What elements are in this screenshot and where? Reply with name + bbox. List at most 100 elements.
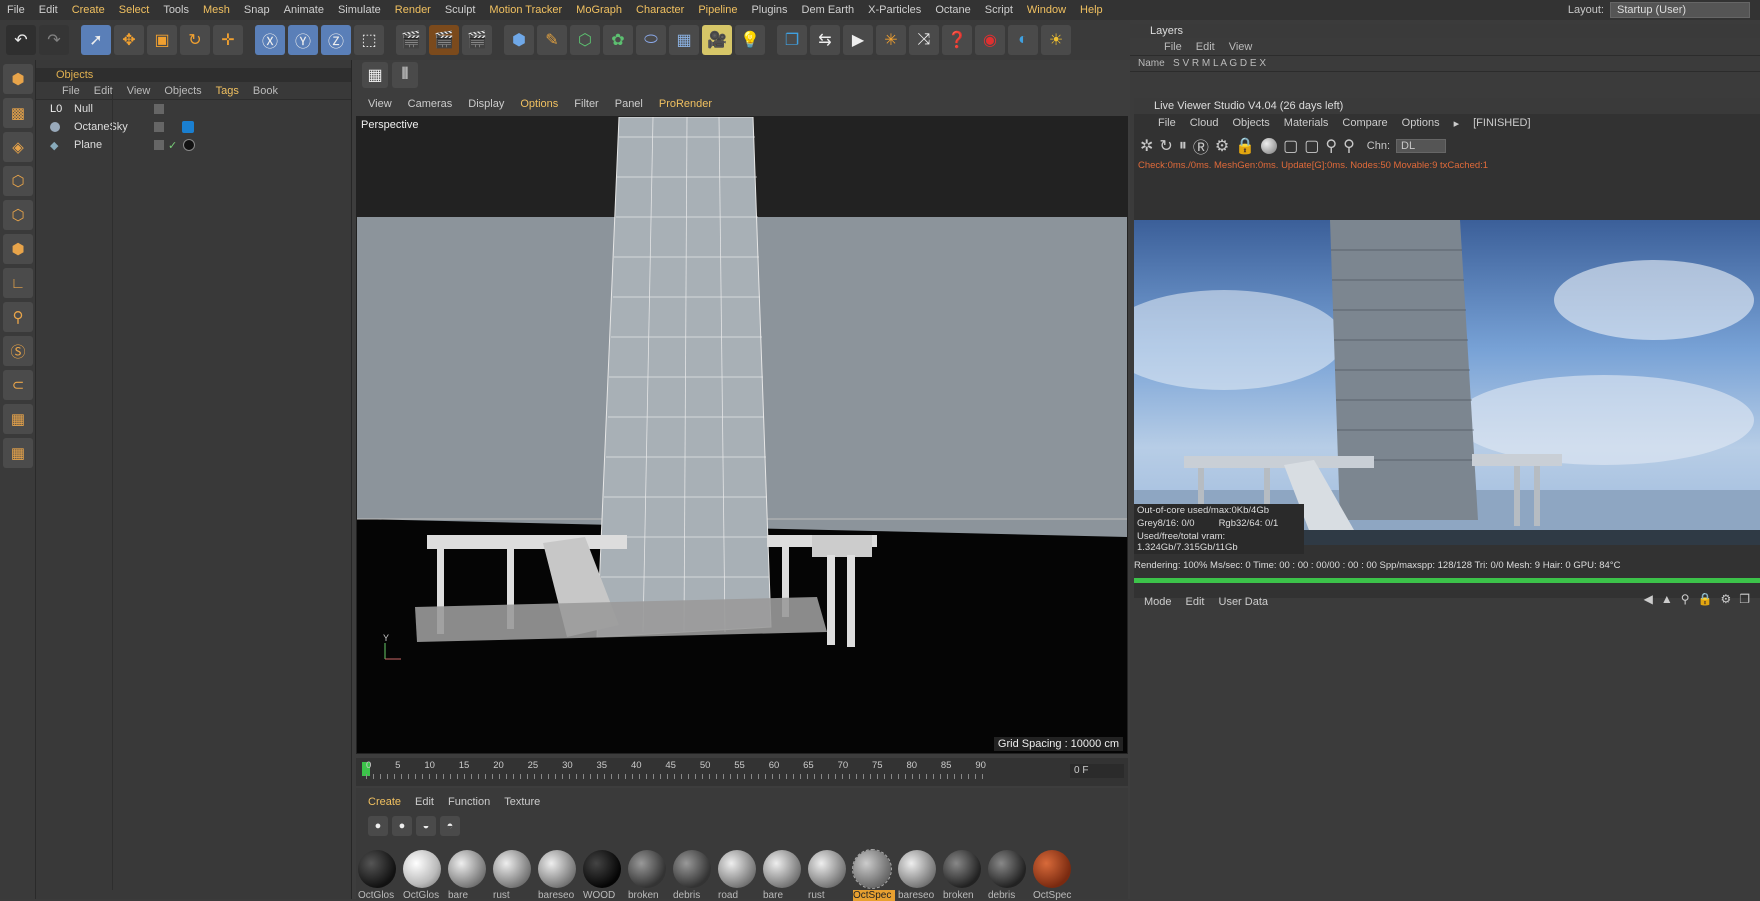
octane-mix-icon[interactable]: ◒ — [416, 816, 436, 836]
attr-menu-user-data[interactable]: User Data — [1219, 596, 1269, 608]
back-arrow-icon[interactable]: ◀ — [1644, 592, 1653, 606]
material-swatch[interactable] — [538, 850, 576, 888]
menu-mesh[interactable]: Mesh — [196, 4, 237, 16]
material-swatch[interactable] — [718, 850, 756, 888]
objects-menu-book[interactable]: Book — [253, 85, 278, 97]
material-swatch[interactable] — [898, 850, 936, 888]
menu-pipeline[interactable]: Pipeline — [691, 4, 744, 16]
current-frame-field[interactable]: 0 F — [1070, 764, 1124, 778]
vp-menu-display[interactable]: Display — [468, 98, 504, 114]
octane-daylight-icon[interactable]: ◐ — [1008, 25, 1038, 55]
material-swatch[interactable] — [493, 850, 531, 888]
coordinate-system-icon[interactable]: ⬚ — [354, 25, 384, 55]
vp-menu-options[interactable]: Options — [520, 98, 558, 114]
send-scene-icon[interactable]: ✲ — [1140, 136, 1153, 156]
subdivision-icon[interactable]: ⬡ — [570, 25, 600, 55]
pen-icon[interactable]: ✎ — [537, 25, 567, 55]
material-swatch[interactable] — [583, 850, 621, 888]
menu-tools[interactable]: Tools — [156, 4, 196, 16]
cloner-icon[interactable]: ✿ — [603, 25, 633, 55]
viewport-split-icon[interactable]: ⫴ — [392, 62, 418, 88]
timeline[interactable]: 0 5 10 15 20 25 30 35 40 45 50 55 60 65 … — [356, 758, 1128, 786]
octane-specular-icon[interactable]: ◓ — [440, 816, 460, 836]
objects-menu-view[interactable]: View — [127, 85, 151, 97]
settings-gear-icon[interactable]: ⚙ — [1215, 136, 1229, 156]
layers-menu-edit[interactable]: Edit — [1196, 41, 1215, 53]
mat-menu-create[interactable]: Create — [368, 796, 401, 808]
z-axis-icon[interactable]: Ⓩ — [321, 25, 351, 55]
material-ball-icon[interactable] — [1261, 138, 1278, 154]
polygons-mode-icon[interactable]: ⬢ — [3, 234, 33, 264]
vp-menu-view[interactable]: View — [368, 98, 392, 114]
layers-menu-view[interactable]: View — [1229, 41, 1253, 53]
menu-dem-earth[interactable]: Dem Earth — [795, 4, 862, 16]
render-picture-viewer-icon[interactable]: 🎬 — [429, 25, 459, 55]
points-mode-icon[interactable]: ⬡ — [3, 166, 33, 196]
transform-tool-icon[interactable]: ✛ — [213, 25, 243, 55]
material-swatch[interactable] — [763, 850, 801, 888]
attr-menu-edit[interactable]: Edit — [1186, 596, 1205, 608]
objects-menu-file[interactable]: File — [62, 85, 80, 97]
objects-menu-objects[interactable]: Objects — [164, 85, 201, 97]
layers-menu-file[interactable]: File — [1164, 41, 1182, 53]
attr-menu-mode[interactable]: Mode — [1144, 596, 1172, 608]
enabled-check-icon[interactable]: ✓ — [168, 139, 177, 152]
move-tool-icon[interactable]: ✥ — [114, 25, 144, 55]
render-view-icon[interactable]: 🎬 — [396, 25, 426, 55]
vp-menu-filter[interactable]: Filter — [574, 98, 598, 114]
vp-menu-cameras[interactable]: Cameras — [408, 98, 453, 114]
octane-explode-icon[interactable]: ✳ — [876, 25, 906, 55]
objects-menu-tags[interactable]: Tags — [216, 85, 239, 97]
menu-help[interactable]: Help — [1073, 4, 1110, 16]
octane-live-viewer-icon[interactable]: ▶ — [843, 25, 873, 55]
menu-character[interactable]: Character — [629, 4, 691, 16]
vp-menu-panel[interactable]: Panel — [615, 98, 643, 114]
layout-dropdown[interactable]: Startup (User) — [1610, 2, 1750, 18]
workplane-mode-icon[interactable]: ◈ — [3, 132, 33, 162]
octane-sync-icon[interactable]: ⇆ — [810, 25, 840, 55]
restart-render-icon[interactable]: ↻ — [1159, 136, 1172, 156]
redo-icon[interactable]: ↷ — [39, 25, 69, 55]
axis-mode-icon[interactable]: ∟ — [3, 268, 33, 298]
pick-focus-icon[interactable]: ⚲ — [1325, 136, 1337, 156]
menu-create[interactable]: Create — [65, 4, 112, 16]
shuffle-icon[interactable]: ⤨ — [909, 25, 939, 55]
model-mode-icon[interactable]: ⬢ — [3, 64, 33, 94]
undo-icon[interactable]: ↶ — [6, 25, 36, 55]
menu-mograph[interactable]: MoGraph — [569, 4, 629, 16]
object-row-octanesky[interactable]: OctaneSky — [36, 118, 351, 136]
light-icon[interactable]: 💡 — [735, 25, 765, 55]
octane-glossy-icon[interactable]: ● — [392, 816, 412, 836]
tweak-mode-icon[interactable]: ⚲ — [3, 302, 33, 332]
octane-render-output[interactable] — [1134, 220, 1760, 545]
up-arrow-icon[interactable]: ▲ — [1661, 592, 1673, 606]
menu-x-particles[interactable]: X-Particles — [861, 4, 928, 16]
rotate-tool-icon[interactable]: ↻ — [180, 25, 210, 55]
lv-menu-materials[interactable]: Materials — [1284, 117, 1329, 129]
visibility-toggle-icon[interactable] — [154, 140, 164, 150]
settings-icon[interactable]: ⚙ — [1720, 592, 1731, 606]
object-row-plane[interactable]: ◆ Plane ✓ — [36, 136, 351, 154]
object-row-null[interactable]: L0 Null — [36, 100, 351, 118]
lv-menu-objects[interactable]: Objects — [1232, 117, 1269, 129]
expand-arrow-icon[interactable]: ▸ — [1454, 117, 1460, 130]
render-region-icon[interactable]: Ⓡ — [1193, 134, 1209, 158]
material-tag-icon[interactable] — [183, 139, 196, 151]
material-swatch[interactable] — [628, 850, 666, 888]
menu-script[interactable]: Script — [978, 4, 1020, 16]
material-swatch[interactable] — [448, 850, 486, 888]
material-swatch[interactable] — [808, 850, 846, 888]
new-material-icon[interactable]: ● — [368, 816, 388, 836]
menu-octane[interactable]: Octane — [928, 4, 977, 16]
pick-material-icon[interactable]: ⚲ — [1343, 136, 1355, 156]
menu-edit[interactable]: Edit — [32, 4, 65, 16]
floor-icon[interactable]: ▦ — [669, 25, 699, 55]
render-settings-icon[interactable]: 🎬 — [462, 25, 492, 55]
edges-mode-icon[interactable]: ⬡ — [3, 200, 33, 230]
workplane-icon[interactable]: ▦ — [3, 438, 33, 468]
lv-menu-file[interactable]: File — [1158, 117, 1176, 129]
material-swatch[interactable] — [673, 850, 711, 888]
channel-dropdown[interactable]: DL — [1396, 139, 1447, 153]
pause-render-icon[interactable]: ⏸ — [1179, 137, 1187, 155]
objects-menu-edit[interactable]: Edit — [94, 85, 113, 97]
